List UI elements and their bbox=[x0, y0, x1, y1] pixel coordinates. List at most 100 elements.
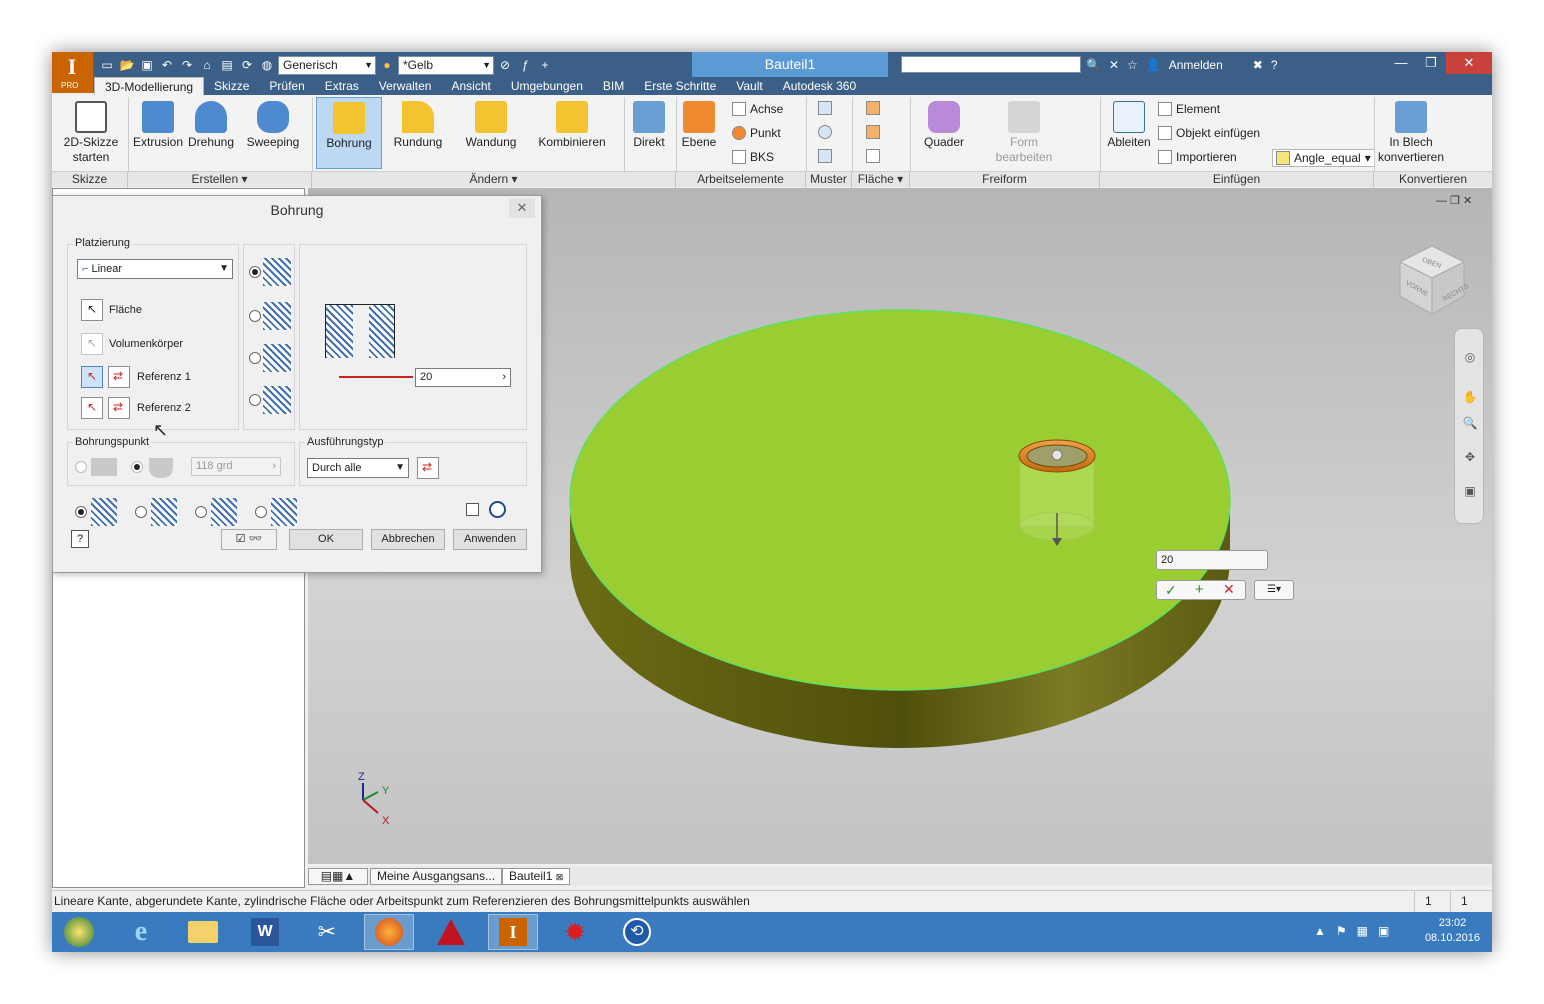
thicken-button[interactable] bbox=[866, 101, 880, 115]
termination-flip-button[interactable]: ⇄ bbox=[417, 457, 439, 479]
panel-aendern[interactable]: Ändern ▾ bbox=[312, 172, 676, 188]
radio-spotface[interactable] bbox=[249, 352, 261, 364]
exchange-icon[interactable]: ✖ bbox=[1253, 58, 1263, 72]
open-icon[interactable]: 📂 bbox=[118, 56, 136, 74]
tab-layout-icons[interactable]: ▤▦▲ bbox=[308, 868, 368, 885]
face-select-button[interactable]: ↖ bbox=[81, 299, 103, 321]
reference1-flip-button[interactable]: ⇄ bbox=[108, 366, 130, 388]
close-tab-icon[interactable]: ⊠ bbox=[556, 872, 564, 882]
edit-form-button[interactable]: Form bearbeiten bbox=[984, 101, 1064, 165]
face-button[interactable] bbox=[866, 125, 880, 139]
new-file-icon[interactable]: ▭ bbox=[98, 56, 116, 74]
dialog-close-button[interactable]: ✕ bbox=[509, 198, 535, 218]
radio-counterbore[interactable] bbox=[249, 310, 261, 322]
tab-umgebungen[interactable]: Umgebungen bbox=[501, 77, 593, 95]
color-combo[interactable]: *Gelb ▼ bbox=[398, 55, 494, 75]
box-button[interactable]: Quader bbox=[914, 101, 974, 150]
signin-link[interactable]: Anmelden bbox=[1169, 58, 1223, 72]
clock[interactable]: 23:02 08.10.2016 bbox=[1425, 916, 1480, 946]
termination-select[interactable]: Durch alle ▼ bbox=[307, 458, 409, 478]
radio-angle-point[interactable] bbox=[131, 461, 143, 473]
update-icon[interactable]: ⟳ bbox=[238, 56, 256, 74]
add-plus-icon[interactable]: + bbox=[1195, 581, 1204, 598]
restore-button[interactable]: ❐ bbox=[1416, 52, 1446, 74]
tab-verwalten[interactable]: Verwalten bbox=[369, 77, 442, 95]
undo-icon[interactable]: ↶ bbox=[158, 56, 176, 74]
chevron-right-icon[interactable]: › bbox=[502, 369, 506, 386]
redo-icon[interactable]: ↷ bbox=[178, 56, 196, 74]
tab-vault[interactable]: Vault bbox=[726, 77, 772, 95]
mini-value-box[interactable]: 20 bbox=[1156, 550, 1268, 570]
tab-pruefen[interactable]: Prüfen bbox=[259, 77, 314, 95]
mini-options-button[interactable]: ☰▾ bbox=[1254, 580, 1294, 600]
save-icon[interactable]: ▣ bbox=[138, 56, 156, 74]
panel-erstellen[interactable]: Erstellen ▾ bbox=[128, 172, 312, 188]
word-icon[interactable]: W bbox=[240, 914, 290, 950]
autocad-icon[interactable] bbox=[426, 914, 476, 950]
import-button[interactable]: Importieren bbox=[1158, 149, 1237, 165]
radio-clearance-hole[interactable] bbox=[135, 506, 147, 518]
panel-flaeche[interactable]: Fläche ▾ bbox=[852, 172, 910, 188]
apply-button[interactable]: Anwenden bbox=[453, 529, 527, 550]
tab-ansicht[interactable]: Ansicht bbox=[441, 77, 500, 95]
point-button[interactable]: Punkt bbox=[732, 125, 781, 141]
tab-home-view[interactable]: Meine Ausgangsans... bbox=[370, 868, 503, 885]
plane-button[interactable]: Ebene bbox=[680, 101, 718, 150]
flag-icon[interactable]: ⚑ bbox=[1336, 924, 1347, 938]
tab-skizze[interactable]: Skizze bbox=[204, 77, 259, 95]
mirror-button[interactable] bbox=[818, 149, 832, 163]
preview-toggle[interactable]: ☑ 👓 bbox=[221, 529, 277, 550]
search-icon[interactable]: 🔍 bbox=[1086, 58, 1101, 72]
tab-bim[interactable]: BIM bbox=[593, 77, 634, 95]
radio-flat-point[interactable] bbox=[75, 461, 87, 473]
color-disk-icon[interactable] bbox=[489, 501, 506, 518]
solid-select-button[interactable]: ↖ bbox=[81, 333, 103, 355]
revolve-button[interactable]: Drehung bbox=[186, 101, 236, 150]
function-icon[interactable]: ƒ bbox=[516, 56, 534, 74]
tray-expand-icon[interactable]: ▲ bbox=[1314, 924, 1326, 938]
sync-app-icon[interactable]: ⟲ bbox=[612, 914, 662, 950]
panel-konvertieren[interactable]: Konvertieren bbox=[1374, 172, 1492, 188]
reference2-flip-button[interactable]: ⇄ bbox=[108, 397, 130, 419]
help-search-input[interactable] bbox=[901, 56, 1081, 73]
start-button-icon[interactable] bbox=[54, 914, 104, 950]
panel-einfuegen[interactable]: Einfügen bbox=[1100, 172, 1374, 188]
select-icon[interactable]: ▤ bbox=[218, 56, 236, 74]
tab-bauteil1[interactable]: Bauteil1 ⊠ bbox=[502, 868, 571, 885]
reference2-select-button[interactable]: ↖ bbox=[81, 397, 103, 419]
sketch-start-button[interactable]: 2D-Skizze starten bbox=[60, 101, 122, 165]
ok-button[interactable]: OK bbox=[289, 529, 363, 550]
file-explorer-icon[interactable] bbox=[178, 914, 228, 950]
look-at-icon[interactable]: ▣ bbox=[1462, 483, 1478, 499]
combine-button[interactable]: Kombinieren bbox=[534, 101, 610, 150]
hole-button[interactable]: Bohrung bbox=[316, 97, 382, 169]
steering-wheel-icon[interactable]: ◎ bbox=[1462, 349, 1478, 365]
radio-taper-tapped-hole[interactable] bbox=[255, 506, 267, 518]
split-button[interactable] bbox=[866, 149, 880, 163]
inventor-taskbar-icon[interactable]: I bbox=[488, 914, 538, 950]
element-button[interactable]: Element bbox=[1158, 101, 1220, 117]
material-combo[interactable]: Generisch ▼ bbox=[278, 55, 376, 75]
tab-3d-modellierung[interactable]: 3D-Modellierung bbox=[94, 77, 205, 95]
convert-sheet-button[interactable]: In Blech konvertieren bbox=[1376, 101, 1446, 165]
home-icon[interactable]: ⌂ bbox=[198, 56, 216, 74]
radio-countersink[interactable] bbox=[249, 394, 261, 406]
sweep-button[interactable]: Sweeping bbox=[244, 101, 302, 150]
radio-tapped-hole[interactable] bbox=[195, 506, 207, 518]
minimize-button[interactable]: — bbox=[1386, 52, 1416, 74]
reference1-select-button[interactable]: ↖ bbox=[81, 366, 103, 388]
parameter-combo[interactable]: Angle_equal ▾ bbox=[1272, 149, 1375, 167]
radio-simple-hole[interactable] bbox=[75, 506, 87, 518]
network-icon[interactable]: ▦ bbox=[1357, 924, 1368, 938]
shell-button[interactable]: Wandung bbox=[458, 101, 524, 150]
panel-arbeitselemente[interactable]: Arbeitselemente bbox=[676, 172, 806, 188]
plus-icon[interactable]: + bbox=[536, 56, 554, 74]
cancel-button[interactable]: Abbrechen bbox=[371, 529, 445, 550]
diameter-input[interactable]: 20 › bbox=[415, 368, 511, 387]
panel-freiform[interactable]: Freiform bbox=[910, 172, 1100, 188]
volume-icon[interactable]: ▣ bbox=[1378, 924, 1389, 938]
firefox-icon[interactable] bbox=[364, 914, 414, 950]
orbit-icon[interactable]: ✥ bbox=[1462, 449, 1478, 465]
close-button[interactable]: ✕ bbox=[1446, 52, 1492, 74]
pattern-rect-button[interactable] bbox=[818, 101, 832, 115]
